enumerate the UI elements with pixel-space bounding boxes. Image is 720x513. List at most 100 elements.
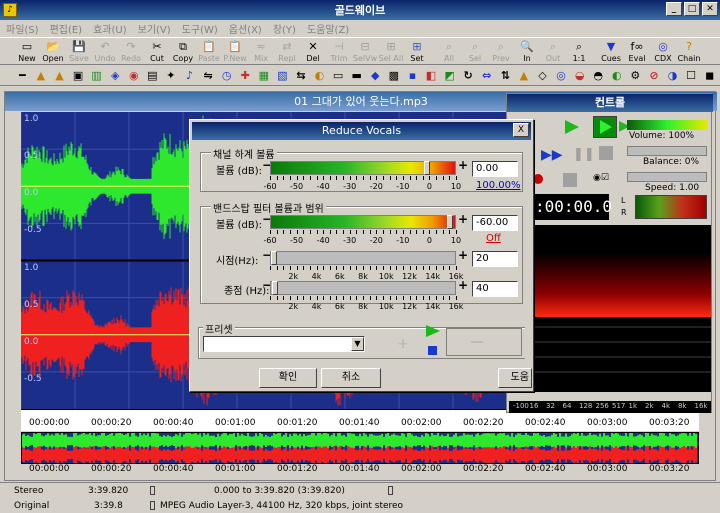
menu-item-2[interactable]: 효과(U) — [93, 21, 127, 36]
select-view-icon: ⊟ — [360, 40, 370, 53]
toolbar-copy-button[interactable]: ⧉ Copy — [170, 38, 196, 66]
declick-icon[interactable]: ◎ — [553, 68, 570, 84]
play-icon[interactable] — [565, 120, 579, 134]
fast-forward-icon[interactable]: ▶▶ — [541, 147, 563, 163]
channel-volume-slider[interactable] — [270, 161, 456, 175]
menu-item-1[interactable]: 편집(E) — [50, 21, 83, 36]
ok-button[interactable]: 확인 — [259, 368, 317, 388]
menu-item-4[interactable]: 도구(W) — [182, 21, 218, 36]
help-button[interactable]: 도움 — [498, 368, 532, 388]
band-volume-slider[interactable] — [270, 215, 456, 229]
flanger-icon[interactable]: ◉ — [125, 68, 142, 84]
menu-item-3[interactable]: 보기(V) — [138, 21, 171, 36]
channel-percent-link[interactable]: 100.00% — [476, 180, 521, 191]
band-plus-button[interactable]: + — [458, 212, 468, 226]
time-warp-icon[interactable]: ◷ — [218, 68, 235, 84]
menu-item-7[interactable]: 도움말(Z) — [307, 21, 349, 36]
offset-icon[interactable]: ⇆ — [293, 68, 310, 84]
copy-fx-icon[interactable]: ◓ — [590, 68, 607, 84]
pitch-icon[interactable]: ♪ — [181, 68, 198, 84]
toolbar-set-button[interactable]: ⊞ Set — [404, 38, 430, 66]
spectrum-icon[interactable]: ▩ — [386, 68, 403, 84]
mechanize-icon[interactable]: ✦ — [163, 68, 180, 84]
invert-icon[interactable]: ⇅ — [497, 68, 514, 84]
end-plus-button[interactable]: + — [458, 278, 468, 292]
silence-icon[interactable]: ▭ — [330, 68, 347, 84]
fade-out-icon[interactable]: ▲ — [51, 68, 68, 84]
volume-slider[interactable] — [627, 120, 707, 130]
equalizer-icon[interactable]: ▥ — [88, 68, 105, 84]
menu-item-5[interactable]: 옵션(X) — [229, 21, 262, 36]
toolbar-cdx-button[interactable]: ◎ CDX — [650, 38, 676, 66]
toolbar-del-button[interactable]: ✕ Del — [300, 38, 326, 66]
band-volume-field[interactable]: -60.00 — [472, 215, 518, 231]
fade-in-icon[interactable]: ▲ — [33, 68, 50, 84]
play-all-button[interactable] — [593, 116, 617, 138]
chevron-down-icon[interactable]: ▼ — [351, 337, 364, 351]
end-freq-thumb[interactable] — [272, 281, 278, 295]
filter-icon[interactable]: ▦ — [256, 68, 273, 84]
menu-item-0[interactable]: 파일(S) — [6, 21, 39, 36]
toolbar-cues-button[interactable]: ▼ Cues — [598, 38, 624, 66]
preset-combo[interactable] — [203, 336, 365, 352]
channel-volume-thumb[interactable] — [423, 161, 430, 175]
doppler-icon[interactable]: ▤ — [144, 68, 161, 84]
autogain-icon[interactable]: ◒ — [571, 68, 588, 84]
channel-icon[interactable]: ◧ — [423, 68, 440, 84]
echo-icon[interactable]: ◈ — [107, 68, 124, 84]
start-freq-field[interactable]: 20 — [472, 251, 518, 267]
band-off-link[interactable]: Off — [486, 233, 501, 244]
start-freq-thumb[interactable] — [271, 251, 277, 265]
preview-stop-icon[interactable] — [428, 346, 437, 355]
replace-icon: ⇄ — [282, 40, 292, 53]
toolbar-chain-button[interactable]: ? Chain — [676, 38, 702, 66]
maximize-button[interactable]: □ — [684, 2, 700, 16]
speed-slider[interactable] — [627, 172, 707, 182]
dialog-close-button[interactable]: X — [513, 123, 529, 137]
toolbar-in-button[interactable]: 🔍 In — [514, 38, 540, 66]
minimize-button[interactable]: _ — [666, 2, 682, 16]
close-button[interactable]: ✕ — [702, 2, 718, 16]
start-plus-button[interactable]: + — [458, 248, 468, 262]
decl-icon[interactable]: ◇ — [534, 68, 551, 84]
scale-tick — [456, 266, 457, 270]
compressor-icon[interactable]: ▣ — [70, 68, 87, 84]
resample-icon[interactable]: ◐ — [311, 68, 328, 84]
channel-volume-field[interactable]: 0.00 — [472, 161, 518, 177]
cancel-button[interactable]: 취소 — [321, 368, 381, 388]
timestamp-icon[interactable]: ⚙ — [627, 68, 644, 84]
toolbar-1-1-button[interactable]: ⌕ 1:1 — [566, 38, 592, 66]
toolbar-new-button[interactable]: ▭ New — [14, 38, 40, 66]
band-volume-thumb[interactable] — [447, 215, 453, 229]
noise-icon[interactable]: ✚ — [237, 68, 254, 84]
bass-icon[interactable]: ▪ — [404, 68, 421, 84]
channel-plus-button[interactable]: + — [458, 158, 468, 172]
menu-item-6[interactable]: 창(Y) — [273, 21, 296, 36]
unknown-icon[interactable]: ☐ — [683, 68, 700, 84]
record-options-icon[interactable]: ◉☑ — [593, 173, 615, 187]
volume-icon[interactable]: ━ — [14, 68, 31, 84]
record-icon[interactable] — [533, 174, 543, 184]
overview-waveform[interactable] — [21, 432, 699, 464]
loop-icon[interactable]: ↻ — [460, 68, 477, 84]
end-freq-field[interactable]: 40 — [472, 281, 518, 297]
special-icon[interactable]: ◩ — [441, 68, 458, 84]
frequency-label: 4k — [661, 402, 671, 410]
paste-fx-icon[interactable]: ◐ — [609, 68, 626, 84]
reverse-icon[interactable]: ⇋ — [200, 68, 217, 84]
repair-icon[interactable]: ◆ — [367, 68, 384, 84]
toolbar-open-button[interactable]: 📂 Open — [40, 38, 66, 66]
block-icon[interactable]: ◼ — [701, 68, 718, 84]
color-icon[interactable]: ◑ — [664, 68, 681, 84]
remove-icon[interactable]: ⊘ — [646, 68, 663, 84]
insert-icon[interactable]: ▬ — [348, 68, 365, 84]
stereo-icon[interactable]: ▧ — [274, 68, 291, 84]
end-freq-slider[interactable] — [270, 281, 456, 295]
start-freq-slider[interactable] — [270, 251, 456, 265]
balance-slider[interactable] — [627, 146, 707, 156]
amp-icon[interactable]: ▲ — [516, 68, 533, 84]
toolbar-cut-button[interactable]: ✂ Cut — [144, 38, 170, 66]
pan-icon[interactable]: ⇔ — [478, 68, 495, 84]
toolbar-eval-button[interactable]: f∞ Eval — [624, 38, 650, 66]
stop-record-icon — [563, 173, 577, 187]
